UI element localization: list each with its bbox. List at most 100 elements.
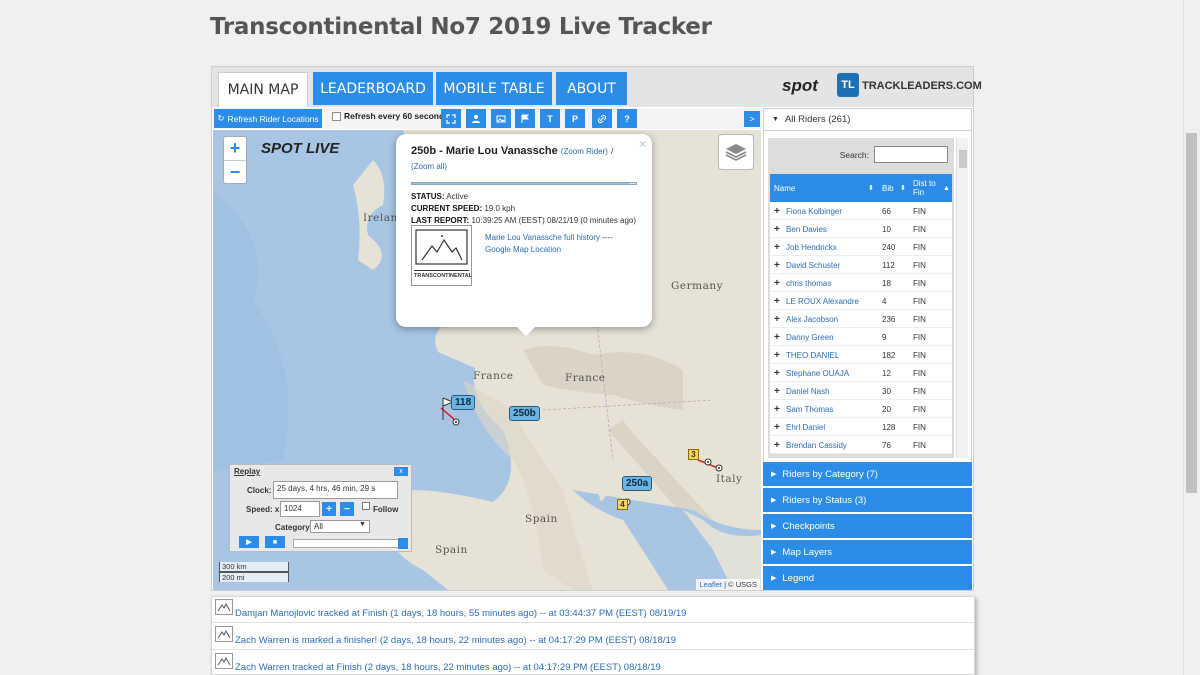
rider-name[interactable]: Stephane OUAJA <box>786 364 849 382</box>
expand-plus-icon[interactable]: + <box>774 364 780 382</box>
clock-input[interactable]: 25 days, 4 hrs, 46 min, 29 s <box>273 481 398 499</box>
feed-text[interactable]: Zach Warren is marked a finisher! (2 day… <box>235 635 676 646</box>
follow-checkbox[interactable] <box>362 502 370 510</box>
auto-refresh-checkbox[interactable] <box>332 111 341 121</box>
replay-timeline[interactable] <box>293 538 408 549</box>
t-button[interactable]: T <box>540 109 560 128</box>
column-bib[interactable]: Bib <box>882 174 894 202</box>
table-row[interactable]: + Stephane OUAJA 12 FIN <box>770 364 952 382</box>
feed-text[interactable]: Damjan Manojlovic tracked at Finish (1 d… <box>235 608 686 619</box>
expand-plus-icon[interactable]: + <box>774 400 780 418</box>
table-row[interactable]: + THEO DANIEL 182 FIN <box>770 346 952 364</box>
rider-name[interactable]: David Schuster <box>786 256 840 274</box>
photos-button[interactable] <box>491 109 511 128</box>
help-button[interactable]: ? <box>617 109 637 128</box>
expand-plus-icon[interactable]: + <box>774 202 780 220</box>
speed-increase-button[interactable]: + <box>322 502 336 516</box>
table-row[interactable]: + Alex Jacobson 236 FIN <box>770 310 952 328</box>
rider-marker-118[interactable]: 118 <box>451 395 476 410</box>
table-row[interactable]: + Fiona Kolbinger 66 FIN <box>770 202 952 220</box>
table-row[interactable]: + Ehrl Daniel 128 FIN <box>770 418 952 436</box>
fullscreen-button[interactable] <box>441 109 461 128</box>
rider-name[interactable]: Daniel Nash <box>786 382 830 400</box>
feed-item[interactable]: Zach Warren is marked a finisher! (2 day… <box>212 624 974 650</box>
auto-refresh-toggle[interactable]: Refresh every 60 seconds <box>332 111 449 121</box>
flag-button[interactable] <box>515 109 535 128</box>
page-scrollbar[interactable] <box>1183 0 1200 675</box>
replay-close-button[interactable]: x <box>394 467 408 476</box>
rider-name[interactable]: Ehrl Daniel <box>786 418 825 436</box>
table-row[interactable]: + Daniel Nash 30 FIN <box>770 382 952 400</box>
replay-stop-button[interactable]: ■ <box>265 536 285 548</box>
section-riders-by-status[interactable]: ▶ Riders by Status (3) <box>763 488 972 512</box>
tab-leaderboard[interactable]: LEADERBOARD <box>313 72 433 105</box>
rider-name[interactable]: Job Hendrickx <box>786 238 837 256</box>
section-riders-by-category[interactable]: ▶ Riders by Category (7) <box>763 462 972 486</box>
feed-item[interactable]: Damjan Manojlovic tracked at Finish (1 d… <box>212 597 974 623</box>
feed-text[interactable]: Zach Warren tracked at Finish (2 days, 1… <box>235 662 661 673</box>
all-riders-header[interactable]: ▼ All Riders (261) <box>763 108 972 131</box>
column-name[interactable]: Name <box>774 174 795 202</box>
popup-close-button[interactable]: × <box>639 137 646 151</box>
expand-plus-icon[interactable]: + <box>774 220 780 238</box>
rider-button[interactable] <box>466 109 486 128</box>
rider-marker-250a[interactable]: 250a <box>622 476 653 491</box>
section-legend[interactable]: ▶ Legend <box>763 566 972 590</box>
p-button[interactable]: P <box>565 109 585 128</box>
section-map-layers[interactable]: ▶ Map Layers <box>763 540 972 564</box>
collapse-sidebar-button[interactable]: > <box>744 111 760 127</box>
expand-plus-icon[interactable]: + <box>774 256 780 274</box>
table-row[interactable]: + David Schuster 112 FIN <box>770 256 952 274</box>
expand-plus-icon[interactable]: + <box>774 328 780 346</box>
table-row[interactable]: + Brendan Cassidy 76 FIN <box>770 436 952 454</box>
riders-scrollbar[interactable] <box>956 138 968 458</box>
speed-input[interactable]: 1024 <box>280 501 320 517</box>
rider-name[interactable]: Sam Thomas <box>786 400 833 418</box>
rider-name[interactable]: THEO DANIEL <box>786 346 839 364</box>
replay-play-button[interactable]: ▶ <box>239 536 259 548</box>
rider-name[interactable]: Brendan Cassidy <box>786 436 847 454</box>
table-row[interactable]: + Danny Green 9 FIN <box>770 328 952 346</box>
column-dist[interactable]: Dist to Fin <box>913 174 941 202</box>
rider-name[interactable]: Danny Green <box>786 328 834 346</box>
replay-title[interactable]: Replay <box>234 467 407 476</box>
expand-plus-icon[interactable]: + <box>774 382 780 400</box>
full-history-link[interactable]: Marie Lou Vanassche full history <box>485 233 600 242</box>
expand-plus-icon[interactable]: + <box>774 292 780 310</box>
category-select[interactable]: All ▼ <box>310 520 370 533</box>
expand-plus-icon[interactable]: + <box>774 274 780 292</box>
zoom-all-link[interactable]: (Zoom all) <box>411 162 447 171</box>
search-input[interactable] <box>874 146 948 163</box>
rider-name[interactable]: Alex Jacobson <box>786 310 838 328</box>
feed-item[interactable]: Zach Warren tracked at Finish (2 days, 1… <box>212 651 974 675</box>
rider-marker-250b[interactable]: 250b <box>509 406 540 421</box>
page-scrollbar-thumb[interactable] <box>1186 133 1197 493</box>
checkpoint-3-marker[interactable]: 3 <box>688 449 699 460</box>
replay-timeline-handle[interactable] <box>398 538 408 549</box>
link-button[interactable] <box>592 109 612 128</box>
tab-mobile-table[interactable]: MOBILE TABLE <box>436 72 552 105</box>
rider-name[interactable]: chris thomas <box>786 274 831 292</box>
checkpoint-4-marker[interactable]: 4 <box>617 499 628 510</box>
expand-plus-icon[interactable]: + <box>774 346 780 364</box>
table-row[interactable]: + LE ROUX Alexandre 4 FIN <box>770 292 952 310</box>
zoom-rider-link[interactable]: (Zoom Rider) <box>561 147 608 156</box>
table-row[interactable]: + Sam Thomas 20 FIN <box>770 400 952 418</box>
google-map-link[interactable]: Google Map Location <box>485 245 561 254</box>
layers-button[interactable] <box>718 134 754 170</box>
expand-plus-icon[interactable]: + <box>774 436 780 454</box>
tab-about[interactable]: ABOUT <box>556 72 627 105</box>
section-checkpoints[interactable]: ▶ Checkpoints <box>763 514 972 538</box>
table-row[interactable]: + chris thomas 18 FIN <box>770 274 952 292</box>
rider-name[interactable]: Ben Davies <box>786 220 827 238</box>
speed-decrease-button[interactable]: − <box>340 502 354 516</box>
table-row[interactable]: + Job Hendrickx 240 FIN <box>770 238 952 256</box>
rider-name[interactable]: Fiona Kolbinger <box>786 202 842 220</box>
refresh-rider-locations-button[interactable]: ↻ Refresh Rider Locations <box>214 109 322 128</box>
expand-plus-icon[interactable]: + <box>774 310 780 328</box>
main-map[interactable]: + − SPOT LIVE Irelan Germany France Fran… <box>213 130 761 590</box>
expand-plus-icon[interactable]: + <box>774 238 780 256</box>
expand-plus-icon[interactable]: + <box>774 418 780 436</box>
zoom-out-button[interactable]: − <box>224 160 246 183</box>
table-row[interactable]: + Ben Davies 10 FIN <box>770 220 952 238</box>
